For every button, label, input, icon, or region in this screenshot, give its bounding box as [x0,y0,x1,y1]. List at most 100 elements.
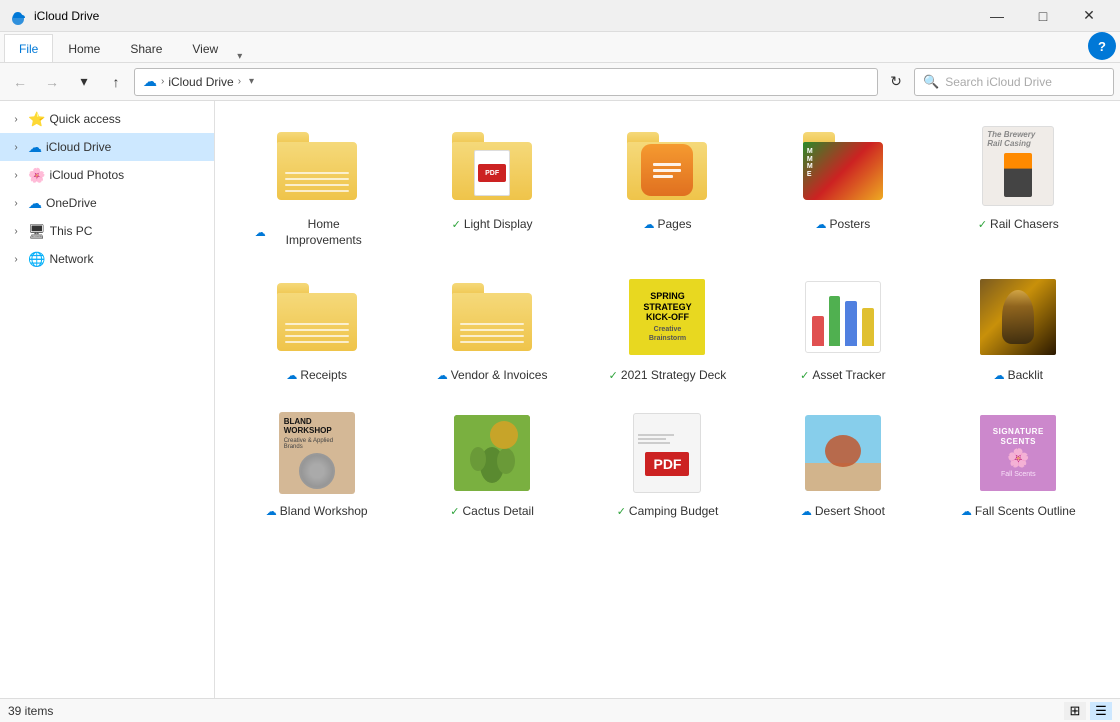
folder-lines [285,172,349,192]
status-item-count: 39 items [8,704,53,718]
history-button[interactable]: ▾ [70,68,98,96]
up-button[interactable]: ↑ [102,68,130,96]
address-dropdown-icon[interactable]: ▾ [249,76,254,87]
bland-thumb: BLANDWORKSHOP Creative & Applied Brands [279,412,355,494]
file-thumbnail-rail-chasers: The Brewery Rail Casing [973,121,1063,211]
check-outline-icon: ✓ [800,369,809,382]
file-thumbnail-receipts [272,272,362,362]
network-icon: 🌐 [28,251,45,268]
sidebar-item-icloud-drive[interactable]: › ☁ iCloud Drive [0,133,214,161]
file-name-backlit: Backlit [1008,368,1043,384]
light-display-folder: PDF [452,132,532,200]
sidebar-label-icloud-photos: iCloud Photos [49,168,124,182]
folder-icon-vendor [452,283,532,351]
bland-title: BLANDWORKSHOP [284,417,350,436]
forward-button[interactable]: → [38,68,66,96]
refresh-button[interactable]: ↻ [882,68,910,96]
pages-icon-line [653,163,681,166]
sidebar-label-network: Network [49,252,93,266]
view-details[interactable]: ☰ [1090,702,1112,720]
rail-thumb: The Brewery Rail Casing [982,126,1054,206]
folder-line [460,323,524,325]
backlit-thumb [980,279,1056,355]
status-bar: 39 items ⊞ ☰ [0,698,1120,722]
folder-body [277,293,357,351]
chart-thumb [805,281,881,353]
check-status-icon: ✓ [450,505,459,518]
sidebar-label-onedrive: OneDrive [46,196,97,210]
expand-icon: › [8,111,24,127]
folder-body [627,142,707,200]
file-thumbnail-pages [622,121,712,211]
search-icon: 🔍 [923,74,939,90]
sidebar-item-onedrive[interactable]: › ☁ OneDrive [0,189,214,217]
address-path[interactable]: ☁ › iCloud Drive › ▾ [134,68,878,96]
this-pc-icon: 🖥 [28,223,46,240]
file-item-receipts[interactable]: ☁ Receipts [231,264,402,392]
window-controls: — □ ✕ [974,0,1112,32]
file-name-home-improvements: Home Improvements [269,217,379,248]
status-bar-right: ⊞ ☰ [1064,702,1112,720]
folder-line [285,190,349,192]
file-status: ✓ Camping Budget [617,504,719,520]
file-item-fall-scents[interactable]: SIGNATURESCENTS 🌸 Fall Scents ☁ Fall Sce… [933,400,1104,528]
sidebar-item-icloud-photos[interactable]: › 🌸 iCloud Photos [0,161,214,189]
file-item-backlit[interactable]: ☁ Backlit [933,264,1104,392]
minimize-button[interactable]: — [974,0,1020,32]
pdf-inside: PDF [474,150,510,196]
file-name-scents: Fall Scents Outline [975,504,1076,520]
search-box[interactable]: 🔍 Search iCloud Drive [914,68,1114,96]
file-item-2021-strategy[interactable]: SPRINGSTRATEGYKICK-OFF CreativeBrainstor… [582,264,753,392]
window-title: iCloud Drive [34,9,974,23]
file-item-desert-shoot[interactable]: ☁ Desert Shoot [757,400,928,528]
bland-circle [299,453,335,489]
tab-share[interactable]: Share [115,34,177,62]
close-button[interactable]: ✕ [1066,0,1112,32]
sidebar-item-this-pc[interactable]: › 🖥 This PC [0,217,214,245]
pdf-badge: PDF [478,164,506,182]
help-button[interactable]: ? [1088,32,1116,60]
expand-icon-icloud: › [8,139,24,155]
file-item-light-display[interactable]: PDF ✓ Light Display [406,113,577,256]
folder-line [285,172,349,174]
file-item-posters[interactable]: MMME ☁ Posters [757,113,928,256]
scents-title: SIGNATURESCENTS [993,427,1044,446]
file-status: ☁ Pages [643,217,691,233]
tab-home[interactable]: Home [53,34,115,62]
file-item-cactus-detail[interactable]: ✓ Cactus Detail [406,400,577,528]
file-name-asset-tracker: Asset Tracker [812,368,885,384]
file-thumbnail-pdf: PDF [622,408,712,498]
expand-icon-pc: › [8,223,24,239]
view-large-icons[interactable]: ⊞ [1064,702,1086,720]
file-item-camping-budget[interactable]: PDF ✓ Camping Budget [582,400,753,528]
sidebar-item-quick-access[interactable]: › ⭐ Quick access [0,105,214,133]
sidebar-label-this-pc: This PC [50,224,93,238]
cloud-status-icon: ☁ [994,369,1005,382]
back-button[interactable]: ← [6,68,34,96]
file-item-vendor-invoices[interactable]: ☁ Vendor & Invoices [406,264,577,392]
pages-icon-lines [653,163,681,178]
file-item-home-improvements[interactable]: ☁ Home Improvements [231,113,402,256]
maximize-button[interactable]: □ [1020,0,1066,32]
address-cloud-icon: ☁ [143,73,157,90]
address-end-arrow: › [238,76,241,87]
folder-body: PDF [452,142,532,200]
file-item-pages[interactable]: ☁ Pages [582,113,753,256]
tab-file[interactable]: File [4,34,53,62]
tab-view[interactable]: View [177,34,233,62]
ribbon-expand-icon[interactable]: ▾ [233,51,246,62]
sidebar-item-network[interactable]: › 🌐 Network [0,245,214,273]
chart-bar-3 [845,301,857,346]
file-status: ☁ Backlit [994,368,1043,384]
file-name-posters: Posters [830,217,871,233]
folder-body: MMME [803,142,883,200]
file-item-asset-tracker[interactable]: ✓ Asset Tracker [757,264,928,392]
file-item-rail-chasers[interactable]: The Brewery Rail Casing ✓ Rail Chasers [933,113,1104,256]
cloud-status-icon: ☁ [801,505,812,518]
file-name-cactus: Cactus Detail [463,504,534,520]
ribbon-tabs-wrapper: File Home Share View [4,34,233,62]
cactus-thumb [454,415,530,491]
file-item-bland-workshop[interactable]: BLANDWORKSHOP Creative & Applied Brands … [231,400,402,528]
file-name-pages: Pages [657,217,691,233]
file-thumbnail-bland: BLANDWORKSHOP Creative & Applied Brands [272,408,362,498]
